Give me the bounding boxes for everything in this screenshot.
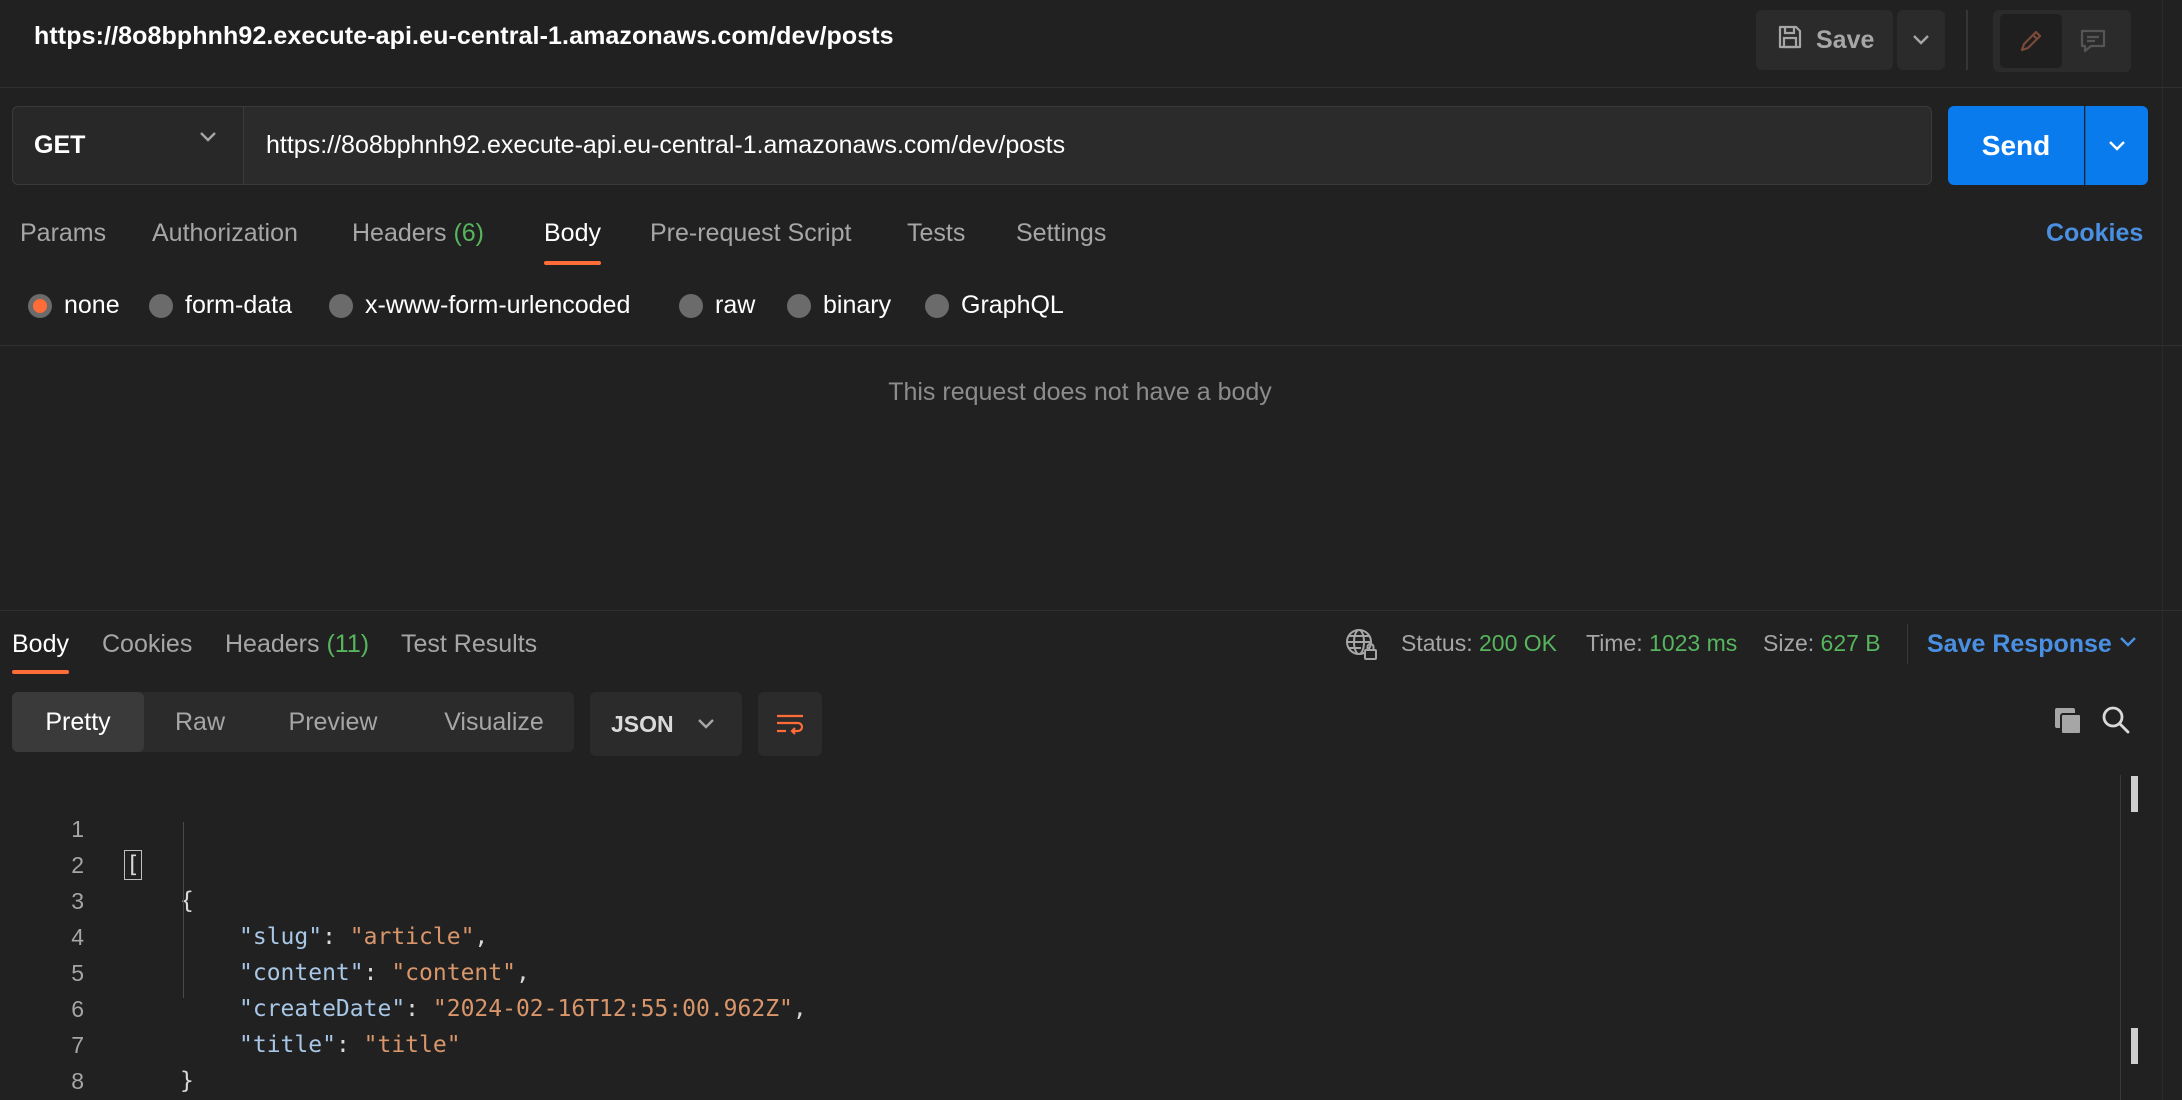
stats-divider <box>1907 624 1908 664</box>
scrollbar[interactable] <box>2120 775 2121 1100</box>
response-divider[interactable] <box>0 610 2182 611</box>
save-button[interactable]: Save <box>1756 10 1893 70</box>
network-globe-icon[interactable] <box>1344 627 1380 668</box>
code-brace: } <box>180 1068 194 1094</box>
cookies-link[interactable]: Cookies <box>2046 219 2143 248</box>
save-icon <box>1776 23 1804 58</box>
method-value: GET <box>34 131 86 159</box>
tab-headers-count: (6) <box>453 219 485 247</box>
response-tab-test-results[interactable]: Test Results <box>401 630 537 659</box>
body-type-raw[interactable]: raw <box>679 291 755 320</box>
radio-icon <box>787 293 811 318</box>
body-type-urlencoded[interactable]: x-www-form-urlencoded <box>329 291 630 320</box>
response-tab-cookies[interactable]: Cookies <box>102 630 192 659</box>
tab-authorization[interactable]: Authorization <box>152 219 298 248</box>
pane-edge <box>2162 0 2163 1100</box>
size-label: Size: <box>1763 630 1815 656</box>
body-type-label: form-data <box>185 291 292 319</box>
body-type-form-data[interactable]: form-data <box>149 291 292 320</box>
comments-button[interactable] <box>2062 14 2124 68</box>
active-tab-indicator <box>12 670 69 674</box>
code-line: 5 "createDate": "2024-02-16T12:55:00.962… <box>0 919 2120 1022</box>
code-line: 1 [ <box>0 775 2120 880</box>
tab-settings[interactable]: Settings <box>1016 219 1106 248</box>
chevron-down-icon <box>697 719 714 729</box>
body-type-label: x-www-form-urlencoded <box>365 291 631 319</box>
radio-icon <box>679 293 703 318</box>
save-options-button[interactable] <box>1897 10 1945 70</box>
comment-icon <box>2080 29 2106 53</box>
search-icon[interactable] <box>2100 704 2132 741</box>
radio-icon <box>329 293 353 318</box>
format-value: JSON <box>611 710 674 737</box>
send-button[interactable]: Send <box>1948 106 2084 185</box>
scrollbar-bracket-marker <box>2131 776 2138 812</box>
wrap-lines-button[interactable] <box>758 692 822 756</box>
wrap-lines-icon <box>777 714 804 735</box>
copy-icon[interactable] <box>2052 705 2084 742</box>
time-label: Time: <box>1586 630 1643 656</box>
body-type-label: none <box>64 291 120 319</box>
body-type-graphql[interactable]: GraphQL <box>925 291 1064 320</box>
line-number: 8 <box>71 1068 84 1094</box>
response-tab-body[interactable]: Body <box>12 630 69 659</box>
save-response-button[interactable]: Save Response <box>1927 630 2112 659</box>
view-visualize[interactable]: Visualize <box>424 692 564 752</box>
header-divider <box>1966 10 1968 70</box>
response-status: Status: 200 OK <box>1401 630 1557 657</box>
code-line: 3 "slug": "article", <box>0 847 2120 950</box>
response-body-viewer[interactable]: 1 [ 2 { 3 "slug": "article", 4 "content"… <box>0 775 2182 1100</box>
radio-icon <box>149 293 173 318</box>
view-preview[interactable]: Preview <box>266 692 400 752</box>
response-tab-headers-count: (11) <box>326 630 370 658</box>
view-pretty[interactable]: Pretty <box>12 692 144 752</box>
radio-checked-icon <box>28 293 52 318</box>
size-value: 627 B <box>1820 630 1881 656</box>
status-label: Status: <box>1401 630 1473 656</box>
active-tab-indicator <box>544 261 601 265</box>
request-title[interactable]: https://8o8bphnh92.execute-api.eu-centra… <box>34 22 894 51</box>
section-divider <box>0 345 2182 346</box>
empty-body-message: This request does not have a body <box>888 378 1272 406</box>
pencil-icon <box>2020 30 2042 52</box>
body-type-binary[interactable]: binary <box>787 291 891 320</box>
chevron-down-icon <box>2109 140 2125 151</box>
code-line: 2 { <box>0 811 2120 914</box>
code-line: 6 "title": "title" <box>0 955 2120 1058</box>
tab-pre-request-script[interactable]: Pre-request Script <box>650 219 851 248</box>
url-input[interactable]: https://8o8bphnh92.execute-api.eu-centra… <box>243 106 1932 185</box>
send-options-button[interactable] <box>2085 106 2148 185</box>
code-line: 4 "content": "content", <box>0 883 2120 986</box>
format-select[interactable]: JSON <box>590 692 742 756</box>
body-type-label: binary <box>823 291 892 319</box>
body-type-none[interactable]: none <box>28 291 120 320</box>
tab-body[interactable]: Body <box>544 219 601 248</box>
tab-headers[interactable]: Headers (6) <box>352 219 484 248</box>
save-label: Save <box>1816 25 1875 54</box>
tab-headers-label: Headers <box>352 219 447 247</box>
edit-mode-button[interactable] <box>2000 14 2062 68</box>
code-line: 7 } <box>0 991 2120 1094</box>
response-tab-headers[interactable]: Headers (11) <box>225 630 369 659</box>
code-line: 8 ] <box>0 1027 2120 1094</box>
response-size[interactable]: Size: 627 B <box>1763 630 1881 657</box>
body-type-label: raw <box>715 291 756 319</box>
time-value: 1023 ms <box>1649 630 1738 656</box>
chevron-down-icon <box>1913 35 1929 45</box>
body-type-label: GraphQL <box>961 291 1064 319</box>
radio-icon <box>925 293 949 318</box>
view-raw[interactable]: Raw <box>146 692 254 752</box>
tab-tests[interactable]: Tests <box>907 219 965 248</box>
scrollbar-bracket-marker <box>2131 1028 2138 1064</box>
indent-guide <box>183 822 184 998</box>
response-tab-headers-label: Headers <box>225 630 320 658</box>
response-time[interactable]: Time: 1023 ms <box>1586 630 1737 657</box>
chevron-down-icon[interactable] <box>2118 635 2138 654</box>
tab-params[interactable]: Params <box>20 219 106 248</box>
chevron-down-icon <box>198 130 218 149</box>
status-value: 200 OK <box>1479 630 1557 656</box>
